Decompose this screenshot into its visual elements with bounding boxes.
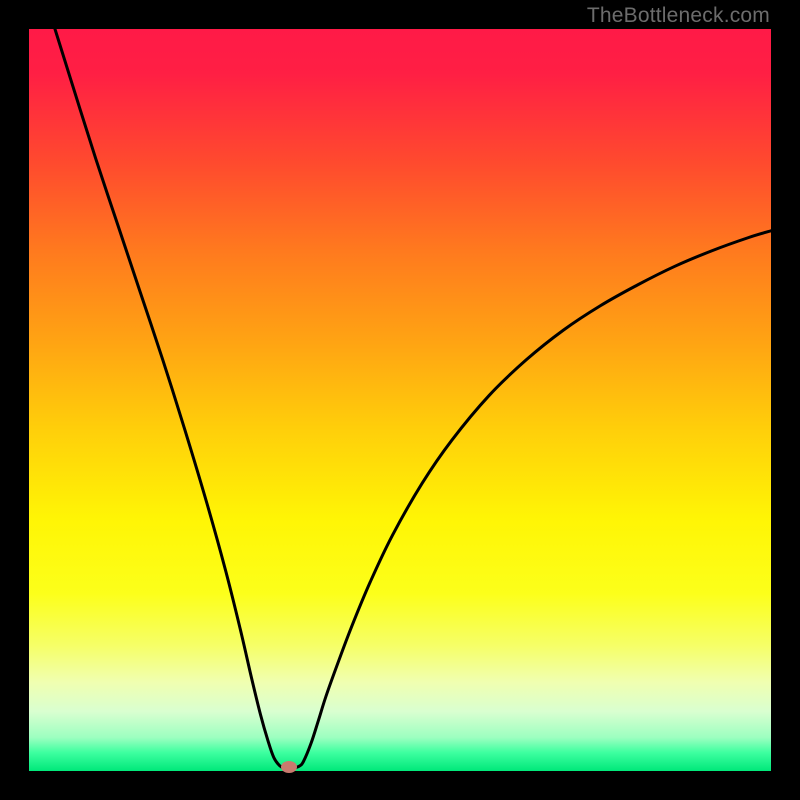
gradient-background xyxy=(29,29,771,771)
chart-container: TheBottleneck.com xyxy=(0,0,800,800)
minimum-marker xyxy=(281,761,297,773)
plot-area xyxy=(29,29,771,771)
watermark-text: TheBottleneck.com xyxy=(587,4,770,28)
